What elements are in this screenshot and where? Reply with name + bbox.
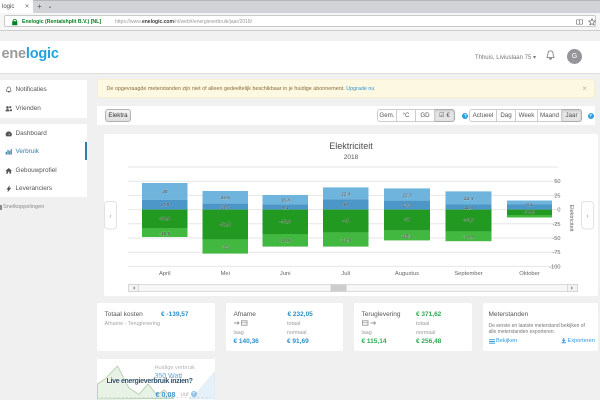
svg-text:-37: -37	[403, 217, 410, 223]
svg-text:-14,4: -14,4	[463, 235, 474, 241]
svg-text:Elektriciteit: Elektriciteit	[568, 204, 574, 231]
svg-text:17,9: 17,9	[160, 202, 170, 208]
svg-text:-100: -100	[549, 264, 560, 270]
svg-text:‹: ‹	[109, 214, 111, 220]
svg-text:-75: -75	[552, 250, 560, 256]
svg-text:11,6: 11,6	[220, 205, 229, 211]
svg-text:-52,5: -52,5	[219, 222, 230, 228]
svg-text:22,4: 22,4	[463, 196, 473, 202]
svg-text:0: 0	[557, 208, 560, 214]
svg-text:25: 25	[554, 193, 560, 199]
svg-text:-15,1: -15,1	[401, 234, 412, 240]
svg-text:April: April	[158, 271, 170, 277]
svg-text:Mei: Mei	[220, 271, 229, 277]
svg-text:-39,9: -39,9	[159, 216, 170, 222]
svg-text:9,1: 9,1	[526, 202, 533, 208]
svg-text:Elektriciteit: Elektriciteit	[329, 141, 373, 151]
svg-text:11,8: 11,8	[464, 205, 473, 211]
svg-text:50: 50	[554, 179, 560, 185]
svg-text:Oktober: Oktober	[519, 271, 540, 277]
svg-text:September: September	[454, 271, 482, 277]
svg-text:17: 17	[343, 202, 349, 208]
svg-text:Juli: Juli	[341, 271, 350, 277]
svg-text:Augustus: Augustus	[394, 271, 418, 277]
svg-text:›: ›	[586, 214, 588, 220]
svg-text:13,3: 13,3	[402, 203, 412, 209]
svg-text:30: 30	[162, 189, 168, 195]
svg-text:22,7: 22,7	[402, 193, 412, 199]
svg-text:9,1: 9,1	[281, 205, 288, 211]
svg-text:-25: -25	[221, 245, 228, 251]
svg-text:2018: 2018	[343, 154, 358, 161]
svg-text:-22,9: -22,9	[340, 238, 351, 244]
svg-text:-39,7: -39,7	[463, 218, 474, 224]
svg-text:16,4: 16,4	[280, 198, 290, 204]
svg-text:-50: -50	[552, 236, 560, 242]
svg-text:-25: -25	[552, 222, 560, 228]
svg-text:-45,6: -45,6	[279, 219, 290, 225]
svg-text:-15,5: -15,5	[159, 231, 170, 237]
svg-text:22,6: 22,6	[220, 195, 230, 201]
svg-text:-41: -41	[342, 218, 349, 224]
svg-text:-10,8: -10,8	[524, 210, 535, 216]
svg-text:22,4: 22,4	[341, 192, 351, 198]
svg-text:Juni: Juni	[279, 271, 290, 277]
svg-text:-20,6: -20,6	[279, 238, 290, 244]
